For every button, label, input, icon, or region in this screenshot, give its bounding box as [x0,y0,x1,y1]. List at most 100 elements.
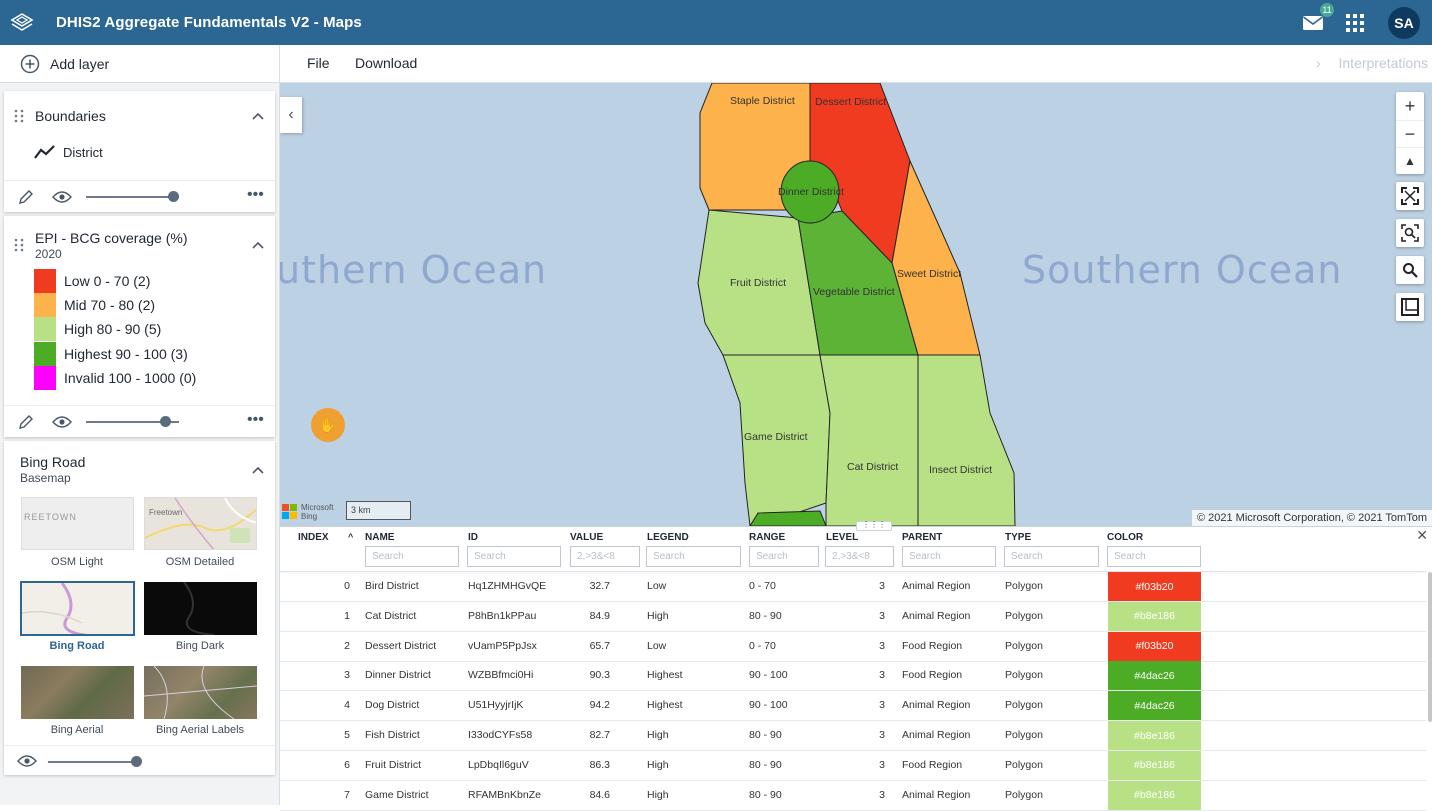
filter-legend-input[interactable]: Search [646,546,741,567]
legend-item: Invalid 100 - 1000 (0) [34,365,196,390]
cell-level: 3 [879,758,885,771]
download-menu[interactable]: Download [355,55,417,71]
opacity-slider-track[interactable] [48,761,140,763]
filter-level-input[interactable]: 2,>3&<8 [825,546,894,567]
col-header-range[interactable]: RANGE [749,532,785,543]
table-row[interactable]: 0 Bird District Hq1ZHMHGvQE 32.7 Low 0 - 70 3 A… [280,572,1426,602]
filter-color-input[interactable]: Search [1107,546,1201,567]
legend-label: High 80 - 90 (5) [64,321,162,338]
table-row[interactable]: 2 Dessert District vUamP5PpJsx 65.7 Low 0 - 7… [280,631,1426,662]
basemap-option-osm-detailed[interactable]: Freetown [144,497,257,550]
ms-logo-line1: Microsoft [301,503,334,512]
cell-index: 7 [344,788,350,801]
filter-name-input[interactable]: Search [365,546,459,567]
opacity-slider-thumb[interactable] [168,191,179,202]
map-canvas[interactable]: uthern Ocean Southern Ocean Staple Distr… [280,83,1432,526]
file-menu[interactable]: File [307,55,330,71]
edit-pencil-icon[interactable] [18,414,34,430]
reset-bearing-icon[interactable]: ▲ [1396,146,1424,174]
table-row[interactable]: 1 Cat District P8hBn1kPPau 84.9 High 80 - 90 3… [280,601,1426,632]
thematic-title: EPI - BCG coverage (%) [35,230,188,246]
col-header-level[interactable]: LEVEL [826,532,858,543]
basemap-option-bing-aerial[interactable] [21,666,134,719]
search-button[interactable] [1396,256,1424,284]
cell-id: P8hBn1kPPau [468,609,537,622]
basemap-title: Bing Road [20,454,86,470]
cell-id: I33odCYFs58 [468,729,533,741]
col-header-value[interactable]: VALUE [570,532,603,543]
close-table-icon[interactable]: ✕ [1416,527,1428,544]
drag-handle-icon[interactable] [14,109,24,123]
table-row[interactable]: 4 Dog District U51HyyjrIjK 94.2 Highest 90 - … [280,691,1426,722]
zoom-controls: + − ▲ [1396,92,1424,174]
opacity-slider-thumb[interactable] [160,416,171,427]
add-layer-label: Add layer [50,55,110,72]
filter-range-input[interactable]: Search [749,546,819,567]
col-header-index[interactable]: INDEX [298,532,329,543]
drag-handle-icon[interactable] [14,238,24,252]
cell-type: Polygon [1005,729,1043,741]
basemap-option-bing-dark[interactable] [144,582,257,635]
opacity-slider-thumb[interactable] [131,756,142,767]
basemap-option-osm-light[interactable]: REETOWN [21,497,134,550]
basemap-option-bing-aerial-labels[interactable] [144,666,257,719]
measure-button[interactable] [1396,293,1424,321]
microsoft-bing-logo: Microsoft Bing [282,503,333,521]
more-options-icon[interactable]: ••• [247,412,265,429]
col-header-parent[interactable]: PARENT [902,532,942,543]
chevron-up-icon[interactable] [251,465,265,475]
cell-level: 3 [879,580,885,592]
table-row[interactable]: 6 Fruit District LpDbqIl6guV 86.3 High 80 - 9… [280,750,1426,781]
col-header-legend[interactable]: LEGEND [647,532,689,543]
filter-type-input[interactable]: Search [1004,546,1099,567]
table-row[interactable]: 5 Fish District I33odCYFs58 82.7 High 80 - 90… [280,721,1426,751]
zoom-to-content-button[interactable] [1396,219,1424,247]
dhis2-logo-icon[interactable] [10,11,34,35]
app-title: DHIS2 Aggregate Fundamentals V2 - Maps [56,14,362,31]
visibility-eye-icon[interactable] [52,190,72,204]
more-options-icon[interactable]: ••• [247,187,265,204]
resize-grip-icon[interactable]: ⋮⋮⋮ [856,521,892,531]
cell-parent: Animal Region [902,609,971,622]
filter-parent-input[interactable]: Search [902,546,996,567]
sort-asc-icon[interactable]: ^ [348,532,353,542]
filter-value-input[interactable]: 2,>3&<8 [570,546,640,567]
col-header-id[interactable]: ID [468,532,478,543]
filter-id-input[interactable]: Search [467,546,561,567]
cell-range: 90 - 100 [749,669,788,682]
interpretations-toggle[interactable]: › Interpretations [1316,55,1428,71]
bing-aerial-labels-thumb-art [144,666,257,719]
add-circle-icon [20,54,40,73]
zoom-out-icon[interactable]: − [1396,119,1424,147]
user-avatar[interactable]: SA [1388,6,1420,39]
visibility-eye-icon[interactable] [52,415,72,429]
messages-button[interactable]: 11 [1302,1,1335,32]
cell-legend: High [647,729,669,741]
table-row[interactable]: 3 Dinner District WZBBfmci0Hi 90.3 Highest 90… [280,661,1426,692]
fullscreen-button[interactable] [1396,182,1424,210]
zoom-in-icon[interactable]: + [1405,93,1416,120]
collapse-panel-button[interactable]: ‹ [280,97,302,133]
col-header-type[interactable]: TYPE [1005,532,1031,543]
col-header-name[interactable]: NAME [365,532,394,543]
add-layer-button[interactable]: Add layer [0,45,280,82]
chevron-up-icon[interactable] [251,111,265,121]
basemap-option-bing-road[interactable] [20,581,135,636]
district-label-dinner: Dinner District [778,186,844,198]
cell-type: Polygon [1005,639,1043,652]
cell-type: Polygon [1005,669,1043,682]
col-header-color[interactable]: COLOR [1107,532,1143,543]
basemap-label-bing-aerial-labels: Bing Aerial Labels [155,724,245,736]
apps-grid-icon[interactable] [1346,13,1364,32]
search-icon [1403,263,1418,278]
table-row[interactable]: 7 Game District RFAMBnKbnZe 84.6 High 80 - 90… [280,780,1426,811]
cell-id: LpDbqIl6guV [468,758,529,771]
cell-legend: High [647,788,669,801]
cell-name: Dog District [365,699,420,712]
edit-pencil-icon[interactable] [18,189,34,205]
chevron-up-icon[interactable] [251,240,265,250]
opacity-slider-track[interactable] [86,196,179,198]
cell-name: Game District [365,788,429,801]
visibility-eye-icon[interactable] [17,754,37,768]
table-scrollbar[interactable] [1428,572,1432,722]
